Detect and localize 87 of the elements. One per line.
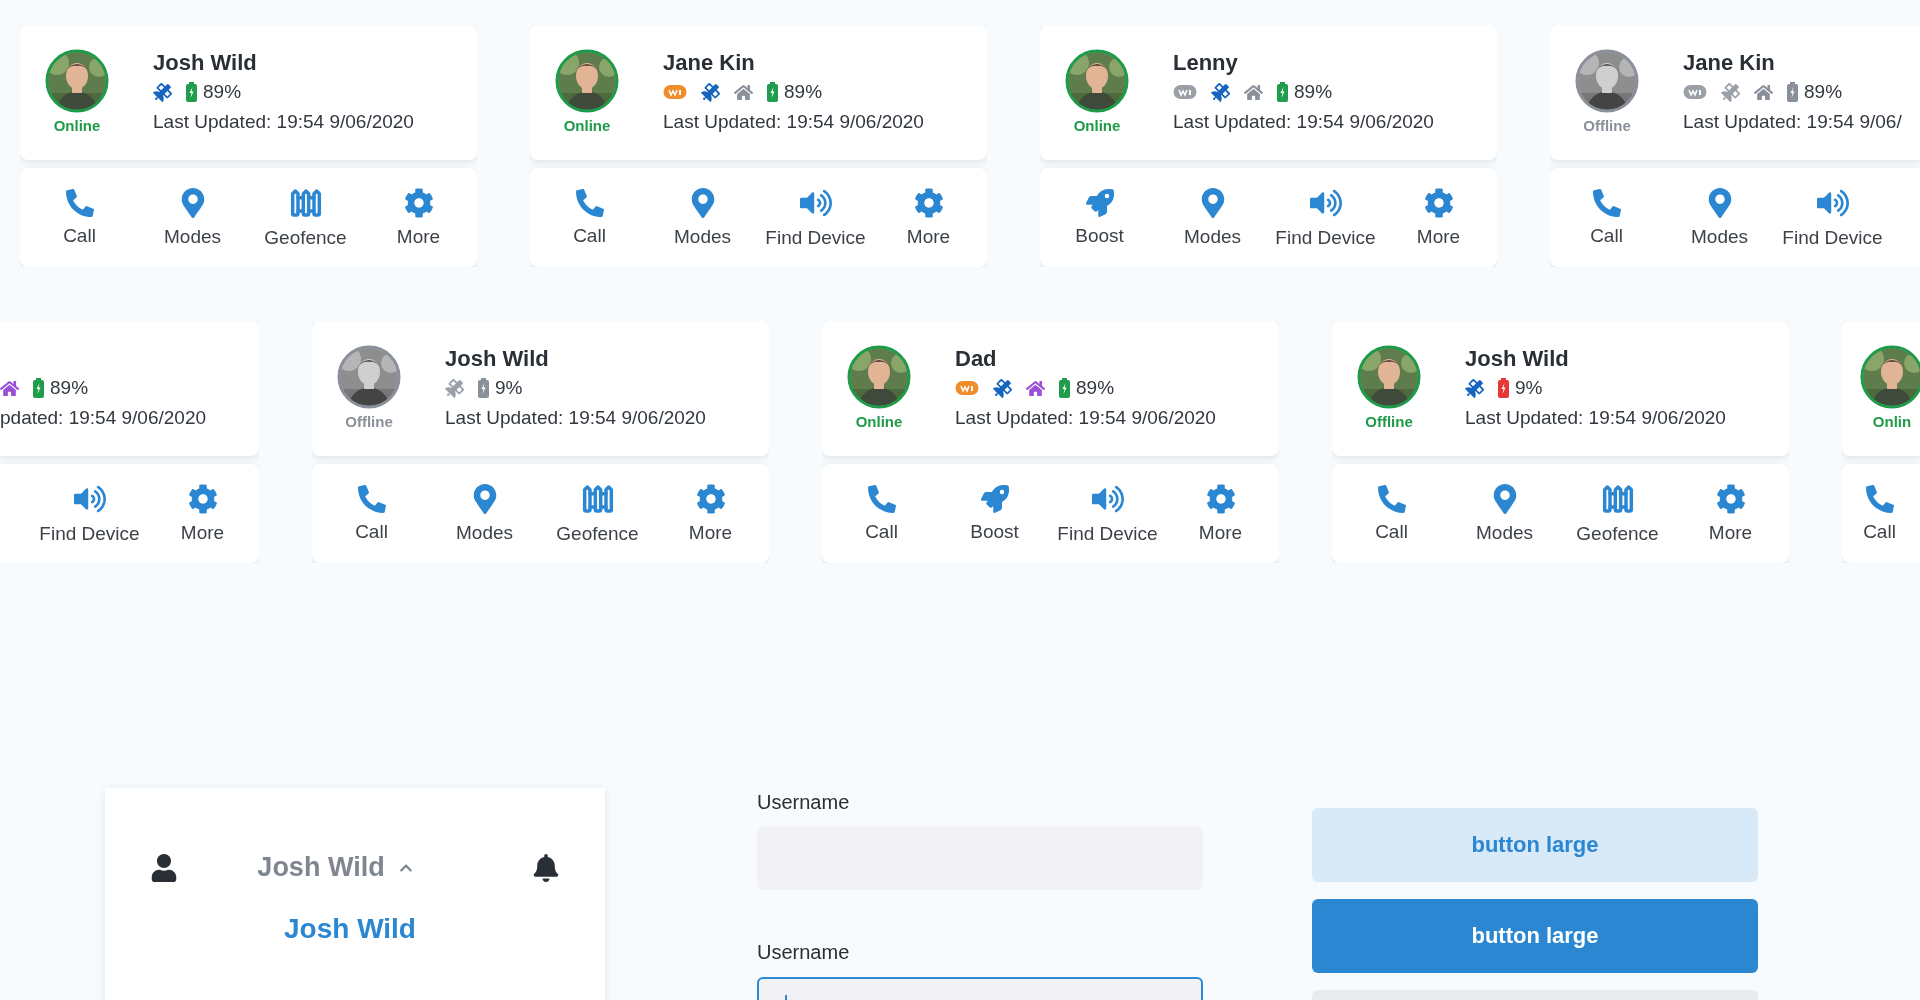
action-button[interactable]: Modes [1448,464,1561,563]
large-button[interactable]: button large [1312,899,1758,973]
field-label: Username [757,790,851,814]
action-button[interactable]: More [654,464,767,563]
phone-icon [1377,484,1406,513]
last-updated-text: Last Updated: 19:54 9/06/ [1683,110,1902,134]
action-button[interactable]: Geofence [541,464,654,563]
phone-icon [575,188,604,217]
action-button[interactable]: More [146,464,259,563]
action-button[interactable]: Call [1335,464,1448,563]
device-name: Lenny [1173,49,1239,77]
settings-icon [913,187,944,218]
phone-icon [1592,188,1621,217]
action-button[interactable]: Modes [428,464,541,563]
device-name: Josh Wild [153,49,258,77]
battery-reading: 89% [203,81,242,103]
action-button[interactable]: Modes [1663,168,1776,267]
action-button[interactable]: Geofence [249,168,362,267]
status-label: Onlin [1872,413,1912,431]
device-name: Josh Wild [445,345,550,373]
action-button[interactable]: Find Device [1269,168,1382,267]
action-button[interactable]: Geofence [1561,464,1674,563]
device-name: Jane Kin [1683,49,1776,77]
action-button[interactable]: More [1382,168,1495,267]
settings-icon [1423,187,1454,218]
action-button[interactable]: Call [533,168,646,267]
phone-icon [867,484,896,513]
last-updated-text: Last Updated: 19:54 9/06/2020 [955,406,1216,430]
action-button[interactable]: Modes [136,168,249,267]
action-button[interactable]: More [872,168,985,267]
settings-icon [1715,483,1746,514]
action-button[interactable]: More [1674,464,1787,563]
fence-icon [1601,482,1634,515]
action-button[interactable]: Call [1842,464,1917,563]
notification-bell-icon[interactable] [532,853,560,882]
settings-icon [695,483,726,514]
settings-icon [1205,483,1236,514]
profile-dropdown[interactable]: Josh Wild [257,852,413,883]
action-button[interactable]: Call [1550,168,1663,267]
battery-reading: 89% [1076,377,1115,399]
device-name: Josh Wild [1465,345,1570,373]
status-label: Online [53,117,101,135]
phone-icon [65,188,94,217]
action-button[interactable]: Boost [1043,168,1156,267]
action-button[interactable]: Find Device [1776,168,1889,267]
action-button[interactable]: Call [825,464,938,563]
rocket-icon [1085,188,1114,217]
rocket-icon [980,484,1009,513]
status-label: Online [563,117,611,135]
fence-icon [289,186,322,219]
settings-icon [187,483,218,514]
status-label: Offline [1365,413,1413,431]
last-updated-text: Last Updated: 19:54 9/06/2020 [153,110,414,134]
last-updated-text: Last Updated: 19:54 9/06/2020 [1465,406,1726,430]
user-icon[interactable] [150,853,178,882]
status-label: Offline [1583,117,1631,135]
profile-menu-item[interactable]: Josh Wild [284,913,416,945]
action-button[interactable]: Call [23,168,136,267]
action-button[interactable]: Call [315,464,428,563]
field-label: Username [757,940,851,964]
status-label: Online [855,413,903,431]
action-button[interactable]: More [1164,464,1277,563]
action-button[interactable]: Boost [938,464,1051,563]
fence-icon [581,482,614,515]
action-button[interactable]: Find Device [33,464,146,563]
battery-reading: 9% [495,377,523,399]
action-button[interactable]: Find Device [1051,464,1164,563]
action-button[interactable]: Modes [1156,168,1269,267]
last-updated-text: pdated: 19:54 9/06/2020 [0,406,207,430]
battery-reading: 89% [50,377,89,399]
device-name: Dad [955,345,998,373]
settings-icon [403,187,434,218]
action-button[interactable]: Find Device [759,168,872,267]
status-label: Offline [345,413,393,431]
phone-icon [357,484,386,513]
phone-icon [1865,484,1894,513]
last-updated-text: Last Updated: 19:54 9/06/2020 [1173,110,1434,134]
battery-reading: 89% [1294,81,1333,103]
device-name: Jane Kin [663,49,756,77]
action-button[interactable]: Modes [646,168,759,267]
status-label: Online [1073,117,1121,135]
last-updated-text: Last Updated: 19:54 9/06/2020 [663,110,924,134]
action-button[interactable]: More [362,168,475,267]
battery-reading: 89% [1804,81,1843,103]
battery-reading: 89% [784,81,823,103]
battery-reading: 9% [1515,377,1543,399]
last-updated-text: Last Updated: 19:54 9/06/2020 [445,406,706,430]
